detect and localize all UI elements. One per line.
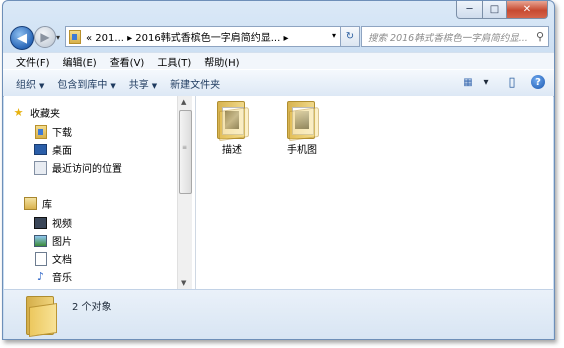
- folder-icon: [217, 101, 249, 142]
- folder-icon: [69, 29, 81, 44]
- forward-button[interactable]: ▶: [34, 26, 56, 48]
- navigation-scrollbar[interactable]: ▲ ≡ ▼: [177, 96, 192, 289]
- chevron-down-icon: ▼: [151, 81, 158, 90]
- sidebar-label: 收藏夹: [30, 109, 60, 120]
- search-placeholder: 搜索 2016韩式香槟色一字肩简约显...: [368, 32, 528, 44]
- navigation-bar: ◀ ▶ ▾ « 201... ▸ 2016韩式香槟色一字肩简约显... ▸ ▾ …: [3, 23, 554, 50]
- scroll-up-icon[interactable]: ▲: [181, 98, 186, 106]
- sidebar-item-videos[interactable]: 视频: [34, 215, 72, 230]
- view-options-dropdown-icon[interactable]: ▾: [478, 74, 494, 90]
- sidebar-label: 图片: [52, 237, 72, 248]
- sidebar-label: 桌面: [52, 146, 72, 157]
- sidebar-label: 库: [42, 200, 52, 211]
- sidebar-item-downloads[interactable]: 下载: [34, 124, 72, 139]
- maximize-button[interactable]: □: [483, 1, 507, 19]
- close-button[interactable]: ✕: [507, 1, 548, 19]
- include-label: 包含到库中: [57, 79, 108, 91]
- command-bar: 组织 ▼ 包含到库中 ▼ 共享 ▼ 新建文件夹 ▦ ▾ ▯ ?: [3, 69, 554, 97]
- file-item[interactable]: 描述: [204, 101, 260, 156]
- help-glyph: ?: [531, 75, 545, 89]
- pane-divider[interactable]: [195, 96, 196, 289]
- menu-view[interactable]: 查看(V): [110, 54, 145, 69]
- documents-icon: [34, 251, 47, 266]
- desktop-icon: [34, 144, 47, 156]
- sidebar-label: 视频: [52, 219, 72, 230]
- share-button[interactable]: 共享 ▼: [129, 76, 157, 91]
- videos-icon: [34, 216, 47, 229]
- include-in-library-button[interactable]: 包含到库中 ▼: [57, 76, 115, 91]
- share-label: 共享: [128, 79, 149, 91]
- address-dropdown-icon[interactable]: ▾: [332, 31, 336, 40]
- sidebar-label: 文档: [52, 255, 72, 266]
- item-count: 2 个对象: [72, 302, 112, 313]
- organize-button[interactable]: 组织 ▼: [16, 76, 44, 91]
- file-name: 描述: [222, 145, 242, 156]
- folder-icon: [26, 296, 57, 337]
- sidebar-item-documents[interactable]: 文档: [34, 251, 72, 266]
- sidebar-item-libraries[interactable]: 库: [24, 196, 52, 211]
- organize-label: 组织: [16, 79, 36, 91]
- search-input[interactable]: 搜索 2016韩式香槟色一字肩简约显... ⚲: [361, 26, 549, 47]
- downloads-icon: [34, 124, 47, 139]
- file-list: 描述 手机图: [195, 96, 553, 289]
- search-icon[interactable]: ⚲: [536, 30, 544, 43]
- explorer-window: ─ □ ✕ ◀ ▶ ▾ « 201... ▸ 2016韩式香槟色一字肩简约显..…: [2, 0, 555, 340]
- folder-icon: [287, 101, 319, 142]
- sidebar-item-desktop[interactable]: 桌面: [34, 142, 72, 157]
- menu-file[interactable]: 文件(F): [16, 54, 50, 69]
- change-view-icon[interactable]: ▦: [460, 74, 476, 90]
- sidebar-label: 音乐: [52, 273, 72, 284]
- back-button[interactable]: ◀: [10, 26, 34, 50]
- scroll-grip-icon: ≡: [182, 144, 188, 151]
- recent-pages-dropdown[interactable]: ▾: [56, 33, 60, 42]
- details-pane: 2 个对象: [4, 289, 553, 339]
- file-name: 手机图: [287, 145, 317, 156]
- music-icon: ♪: [36, 270, 45, 283]
- sidebar-item-favorites[interactable]: ★ 收藏夹: [12, 105, 60, 120]
- sidebar-label: 最近访问的位置: [52, 164, 122, 175]
- help-icon[interactable]: ?: [530, 74, 546, 90]
- sidebar-item-music[interactable]: ♪ 音乐: [34, 269, 72, 284]
- recent-places-icon: [34, 160, 47, 175]
- address-bar[interactable]: « 201... ▸ 2016韩式香槟色一字肩简约显... ▸ ▾: [65, 26, 341, 47]
- navigation-pane: ★ 收藏夹 下载 桌面 最近访问的位置 库 视频 图片 文档 ♪ 音乐: [4, 96, 177, 289]
- scroll-down-icon[interactable]: ▼: [181, 279, 186, 287]
- menu-bar: 文件(F) 编辑(E) 查看(V) 工具(T) 帮助(H): [3, 52, 554, 69]
- window-controls: ─ □ ✕: [456, 1, 548, 19]
- refresh-button[interactable]: ↻: [340, 26, 360, 47]
- new-folder-button[interactable]: 新建文件夹: [170, 76, 220, 91]
- file-item[interactable]: 手机图: [274, 101, 330, 156]
- menu-edit[interactable]: 编辑(E): [63, 54, 97, 69]
- pictures-icon: [34, 234, 47, 247]
- libraries-icon: [24, 197, 37, 210]
- sidebar-label: 下载: [52, 128, 72, 139]
- chevron-down-icon: ▼: [39, 81, 45, 90]
- star-icon: ★: [13, 106, 24, 119]
- menu-tools[interactable]: 工具(T): [157, 54, 191, 69]
- preview-pane-icon[interactable]: ▯: [504, 74, 520, 90]
- chevron-down-icon: ▼: [110, 81, 116, 90]
- view-controls: ▦ ▾ ▯ ?: [450, 74, 546, 90]
- sidebar-item-recent-places[interactable]: 最近访问的位置: [34, 160, 122, 175]
- sidebar-item-pictures[interactable]: 图片: [34, 233, 72, 248]
- address-path: « 201... ▸ 2016韩式香槟色一字肩简约显... ▸: [86, 33, 289, 44]
- content-area: ★ 收藏夹 下载 桌面 最近访问的位置 库 视频 图片 文档 ♪ 音乐 ▲ ≡ …: [4, 96, 553, 289]
- scroll-thumb[interactable]: [179, 110, 192, 194]
- menu-help[interactable]: 帮助(H): [204, 54, 239, 69]
- minimize-button[interactable]: ─: [456, 1, 483, 19]
